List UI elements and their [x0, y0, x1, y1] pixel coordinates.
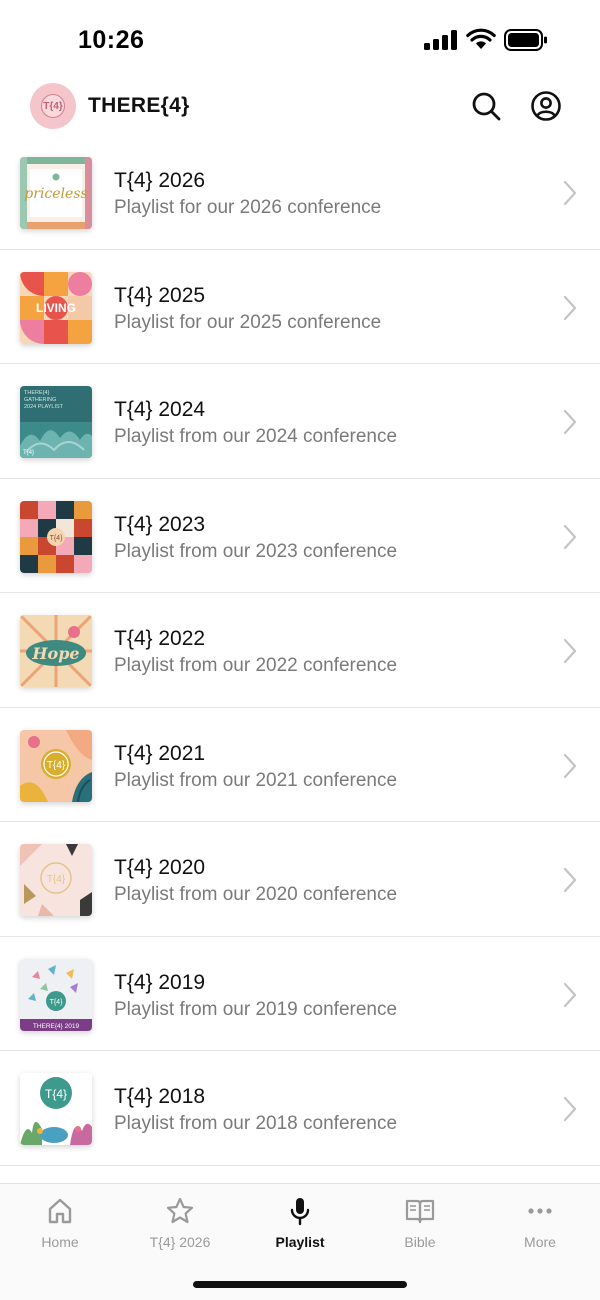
- chevron-right-icon: [563, 180, 577, 206]
- app-header: T{4} THERE{4}: [0, 80, 600, 132]
- more-icon: [528, 1208, 552, 1214]
- status-time: 10:26: [78, 26, 145, 54]
- tab-bible[interactable]: Bible: [360, 1184, 480, 1264]
- playlist-row[interactable]: T{4} T{4} 2023 Playlist from our 2023 co…: [0, 479, 600, 593]
- user-circle-icon: [531, 91, 561, 121]
- playlist-subtitle: Playlist from our 2019 conference: [114, 998, 398, 1020]
- svg-text:2024 PLAYLIST: 2024 PLAYLIST: [24, 404, 64, 410]
- playlist-title: T{4} 2025: [114, 283, 206, 307]
- battery-icon: [504, 29, 547, 51]
- playlist-title: T{4} 2019: [114, 970, 206, 994]
- playlist-title: T{4} 2018: [114, 1085, 206, 1108]
- svg-text:T{4}: T{4}: [50, 999, 64, 1006]
- playlist-list: priceless T{4} 2026 Playlist for our 202…: [0, 135, 600, 1166]
- playlist-subtitle: Playlist from our 2024 conference: [114, 426, 398, 447]
- playlist-row[interactable]: T{4} T{4} 2018 Playlist from our 2018 co…: [0, 1051, 600, 1166]
- playlist-row[interactable]: T{4} THERE{4} 2019 T{4} 2019 Playlist fr…: [0, 937, 600, 1051]
- book-icon: [405, 1199, 435, 1224]
- playlist-row[interactable]: T{4} T{4} 2020 Playlist from our 2020 co…: [0, 822, 600, 937]
- app-logo: T{4}: [30, 83, 76, 129]
- playlist-cover: THERE{4} GATHERING 2024 PLAYLIST T{4}: [20, 386, 92, 458]
- playlist-subtitle: Playlist from our 2020 conference: [114, 884, 398, 905]
- chevron-right-icon: [563, 295, 577, 320]
- chevron-right-icon: [563, 409, 577, 435]
- microphone-icon: [290, 1198, 310, 1226]
- star-icon: [166, 1197, 194, 1224]
- playlist-cover: priceless: [20, 157, 92, 229]
- playlist-cover: LIVING: [20, 271, 92, 344]
- playlist-title: T{4} 2021: [114, 741, 206, 765]
- chevron-right-icon: [563, 982, 577, 1007]
- chevron-right-icon: [563, 1096, 577, 1122]
- playlist-title: T{4} 2023: [114, 512, 206, 536]
- svg-text:Hope: Hope: [31, 644, 79, 663]
- playlist-row[interactable]: priceless T{4} 2026 Playlist for our 202…: [0, 135, 600, 250]
- playlist-subtitle: Playlist for our 2025 conference: [114, 311, 382, 333]
- svg-text:T{4}: T{4}: [50, 535, 64, 542]
- playlist-cover: T{4}: [20, 500, 92, 573]
- search-icon: [472, 92, 501, 121]
- tab-label: T{4} 2026: [149, 1234, 211, 1250]
- playlist-screen: 10:26 T{4} THERE{4} priceless T{4} 2026 …: [0, 0, 600, 1300]
- playlist-row[interactable]: THERE{4} GATHERING 2024 PLAYLIST T{4} T{…: [0, 364, 600, 479]
- playlist-subtitle: Playlist from our 2023 conference: [114, 540, 398, 562]
- logo-text: T{4}: [41, 94, 65, 118]
- home-icon: [48, 1198, 72, 1224]
- search-button[interactable]: [470, 90, 502, 122]
- chevron-right-icon: [563, 638, 577, 664]
- playlist-row[interactable]: LIVING T{4} 2025 Playlist for our 2025 c…: [0, 250, 600, 364]
- playlist-subtitle: Playlist from our 2021 conference: [114, 769, 398, 791]
- cover-text: priceless: [24, 186, 87, 202]
- playlist-title: T{4} 2022: [114, 627, 206, 650]
- tab-more[interactable]: More: [480, 1184, 600, 1264]
- svg-text:GATHERING: GATHERING: [24, 397, 56, 403]
- wifi-icon: [466, 28, 496, 49]
- playlist-subtitle: Playlist from our 2022 conference: [114, 655, 398, 676]
- chevron-right-icon: [563, 753, 577, 778]
- cover-text: LIVING: [36, 301, 76, 315]
- playlist-cover: T{4}: [20, 844, 92, 916]
- tab-playlist[interactable]: Playlist: [240, 1184, 360, 1264]
- playlist-title: T{4} 2024: [114, 398, 206, 421]
- playlist-row[interactable]: Hope T{4} 2022 Playlist from our 2022 co…: [0, 593, 600, 708]
- tab-home[interactable]: Home: [0, 1184, 120, 1264]
- cellular-signal-icon: [424, 30, 457, 50]
- tab-label: Home: [41, 1234, 79, 1250]
- svg-text:T{4}: T{4}: [45, 1087, 67, 1101]
- playlist-row[interactable]: T{4} T{4} 2021 Playlist from our 2021 co…: [0, 708, 600, 822]
- chevron-right-icon: [563, 867, 577, 893]
- playlist-cover: Hope: [20, 615, 92, 687]
- playlist-cover: T{4}: [20, 729, 92, 802]
- playlist-cover: T{4}: [20, 1073, 92, 1145]
- playlist-cover: T{4} THERE{4} 2019: [20, 958, 92, 1031]
- tab-label: Bible: [404, 1234, 436, 1250]
- chevron-right-icon: [563, 524, 577, 549]
- tab-label: Playlist: [275, 1234, 325, 1250]
- tab-label: More: [524, 1234, 556, 1250]
- playlist-title: T{4} 2020: [114, 856, 206, 879]
- svg-text:T{4}: T{4}: [23, 450, 34, 456]
- tab-conference[interactable]: T{4} 2026: [120, 1184, 240, 1264]
- playlist-subtitle: Playlist for our 2026 conference: [114, 197, 382, 218]
- svg-text:THERE{4}: THERE{4}: [24, 390, 50, 396]
- svg-text:T{4}: T{4}: [47, 874, 66, 885]
- account-button[interactable]: [530, 90, 562, 122]
- app-title: THERE{4}: [88, 94, 190, 117]
- home-indicator: [193, 1281, 407, 1288]
- cover-text: THERE{4} 2019: [33, 1023, 80, 1030]
- status-bar: 10:26: [0, 0, 600, 80]
- playlist-title: T{4} 2026: [114, 169, 206, 192]
- svg-text:T{4}: T{4}: [47, 760, 66, 771]
- playlist-subtitle: Playlist from our 2018 conference: [114, 1113, 398, 1134]
